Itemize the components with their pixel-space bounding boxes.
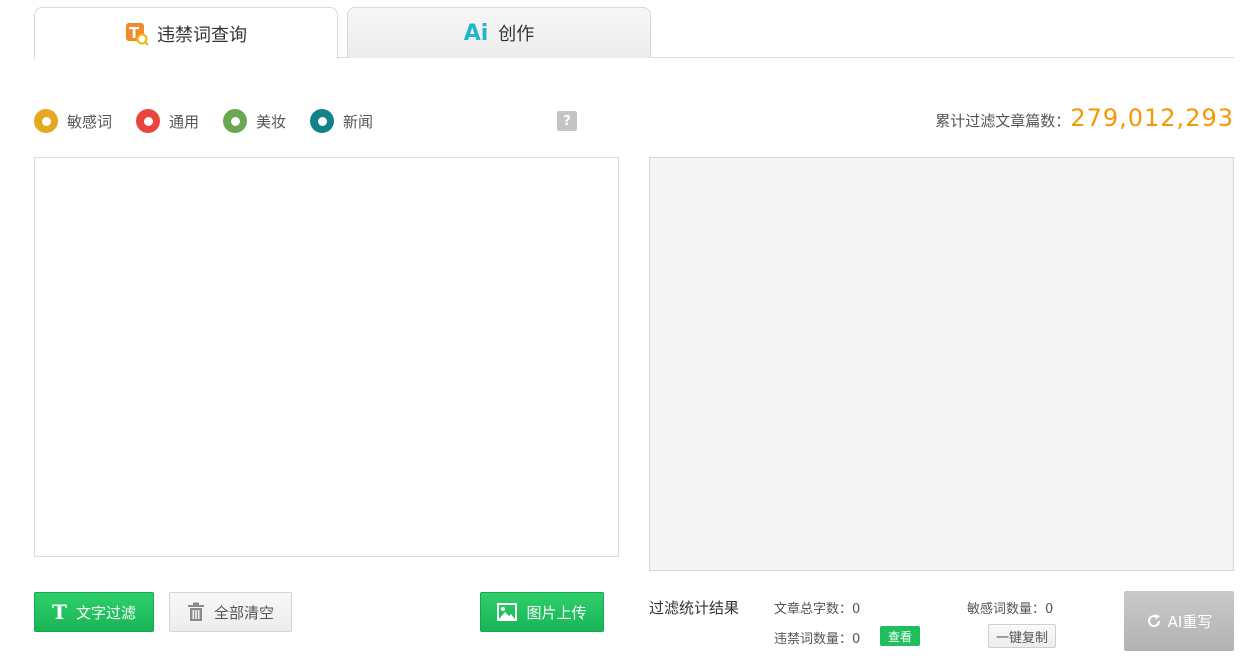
image-upload-button[interactable]: 图片上传 (480, 592, 604, 632)
ai-rewrite-button[interactable]: AI重写 (1124, 591, 1234, 651)
filtered-article-counter: 累计过滤文章篇数： 279,012,293 (935, 104, 1234, 132)
stat-label: 敏感词数量： (967, 602, 1046, 617)
radio-icon (136, 109, 161, 133)
stat-value: 0 (852, 602, 861, 617)
radio-icon (310, 109, 335, 133)
help-icon[interactable]: ? (557, 111, 577, 131)
text-search-icon: T (125, 22, 149, 46)
radio-label: 通用 (169, 112, 200, 131)
article-input[interactable] (34, 157, 619, 557)
button-label: 文字过滤 (75, 603, 136, 622)
stat-value: 0 (852, 632, 861, 647)
stat-sensitive-words: 敏感词数量：0 (967, 598, 1053, 617)
text-filter-button[interactable]: T 文字过滤 (34, 592, 154, 632)
button-label: 图片上传 (526, 603, 587, 622)
radio-sensitive[interactable]: 敏感词 (34, 109, 112, 133)
radio-general[interactable]: 通用 (136, 109, 199, 133)
image-icon (497, 603, 518, 621)
trash-icon (187, 602, 205, 622)
filter-result-output (649, 157, 1234, 571)
ai-logo-icon: Ai (463, 20, 489, 46)
radio-beauty[interactable]: 美妆 (223, 109, 286, 133)
clear-all-button[interactable]: 全部清空 (169, 592, 292, 632)
stats-title: 过滤统计结果 (649, 599, 740, 617)
radio-label: 敏感词 (67, 112, 113, 131)
button-label: AI重写 (1167, 612, 1213, 631)
tab-bar: T 违禁词查询 Ai 创作 (34, 7, 1234, 59)
stat-total-chars: 文章总字数：0 (774, 598, 860, 617)
tab-label: 创作 (498, 24, 535, 45)
radio-label: 美妆 (256, 112, 287, 131)
radio-label: 新闻 (343, 112, 374, 131)
radio-icon (34, 109, 58, 133)
page: T 违禁词查询 Ai 创作 敏感词 通用 美妆 新闻 ? 累计过滤文章篇数： 2… (0, 0, 1248, 672)
counter-value: 279,012,293 (1070, 104, 1234, 132)
tab-banned-word-query[interactable]: T 违禁词查询 (34, 7, 338, 59)
stat-label: 文章总字数： (774, 602, 853, 617)
copy-all-button[interactable]: 一键复制 (988, 624, 1056, 648)
counter-label: 累计过滤文章篇数： (935, 112, 1071, 130)
stat-value: 0 (1045, 602, 1054, 617)
view-button[interactable]: 查看 (880, 626, 920, 646)
category-radio-group: 敏感词 通用 美妆 新闻 (34, 109, 397, 133)
text-icon: T (52, 600, 67, 624)
radio-news[interactable]: 新闻 (310, 109, 373, 133)
stat-label: 违禁词数量： (774, 632, 853, 647)
stat-banned-words: 违禁词数量：0 (774, 628, 860, 647)
button-label: 全部清空 (213, 603, 274, 622)
tab-ai-creation[interactable]: Ai 创作 (347, 7, 651, 58)
radio-icon (223, 109, 248, 133)
refresh-icon (1146, 613, 1162, 629)
tab-label: 违禁词查询 (157, 24, 247, 46)
